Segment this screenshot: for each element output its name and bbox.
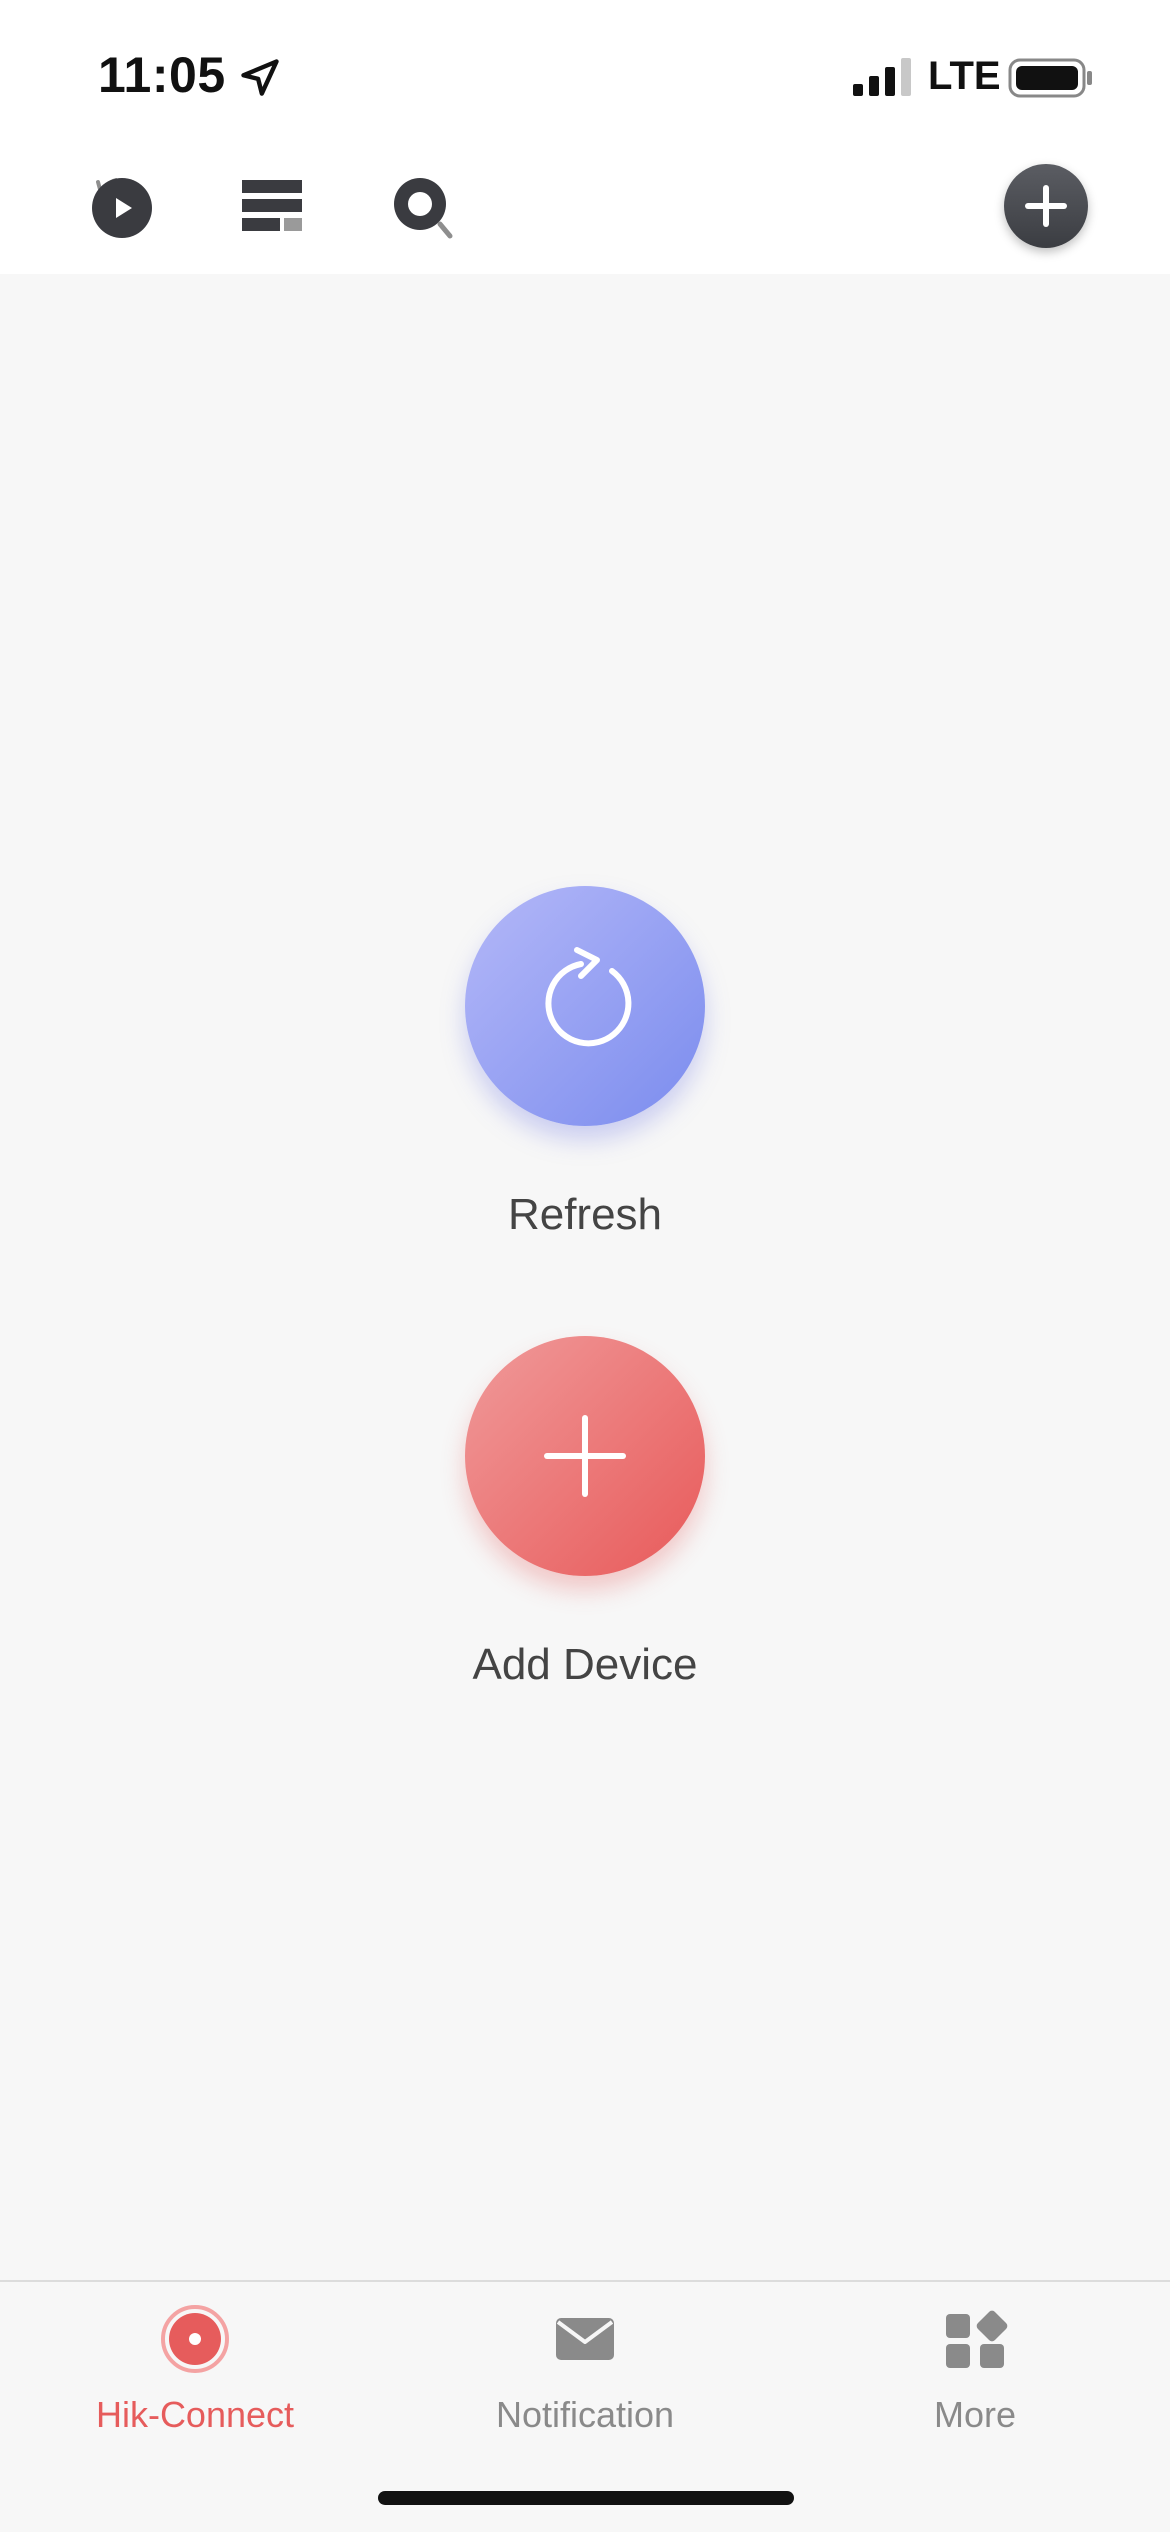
refresh-icon xyxy=(545,947,632,1047)
tab-label: Notification xyxy=(495,2394,675,2435)
home-indicator xyxy=(378,2491,794,2505)
plus-icon xyxy=(544,1415,626,1497)
tab-hik-connect[interactable]: Hik-Connect xyxy=(0,2282,390,2452)
grid-more-icon xyxy=(946,2310,1008,2368)
playback-icon[interactable] xyxy=(86,170,158,242)
tab-notification[interactable]: Notification xyxy=(390,2282,780,2452)
screen: 11:05 LTE Refresh Add Device Hik-Connect… xyxy=(0,0,1170,2532)
location-arrow-icon xyxy=(241,59,279,96)
battery-icon xyxy=(1008,58,1092,98)
status-bar: 11:05 LTE xyxy=(0,0,1170,150)
refresh-button[interactable] xyxy=(465,886,705,1126)
refresh-label: Refresh xyxy=(507,1190,663,1239)
list-layout-icon[interactable] xyxy=(236,170,308,242)
tab-label: More xyxy=(933,2394,1017,2435)
add-device-button[interactable] xyxy=(465,1336,705,1576)
top-toolbar xyxy=(0,150,1170,274)
network-type: LTE xyxy=(928,54,1001,98)
tab-more[interactable]: More xyxy=(780,2282,1170,2452)
status-time: 11:05 xyxy=(98,47,226,103)
hik-connect-icon xyxy=(161,2305,229,2373)
add-device-label: Add Device xyxy=(472,1640,698,1689)
search-icon[interactable] xyxy=(386,170,458,242)
plus-icon xyxy=(1025,185,1067,227)
tab-label: Hik-Connect xyxy=(95,2394,295,2435)
add-button[interactable] xyxy=(1004,164,1088,248)
cellular-signal-icon xyxy=(853,58,911,96)
envelope-icon xyxy=(556,2318,614,2360)
